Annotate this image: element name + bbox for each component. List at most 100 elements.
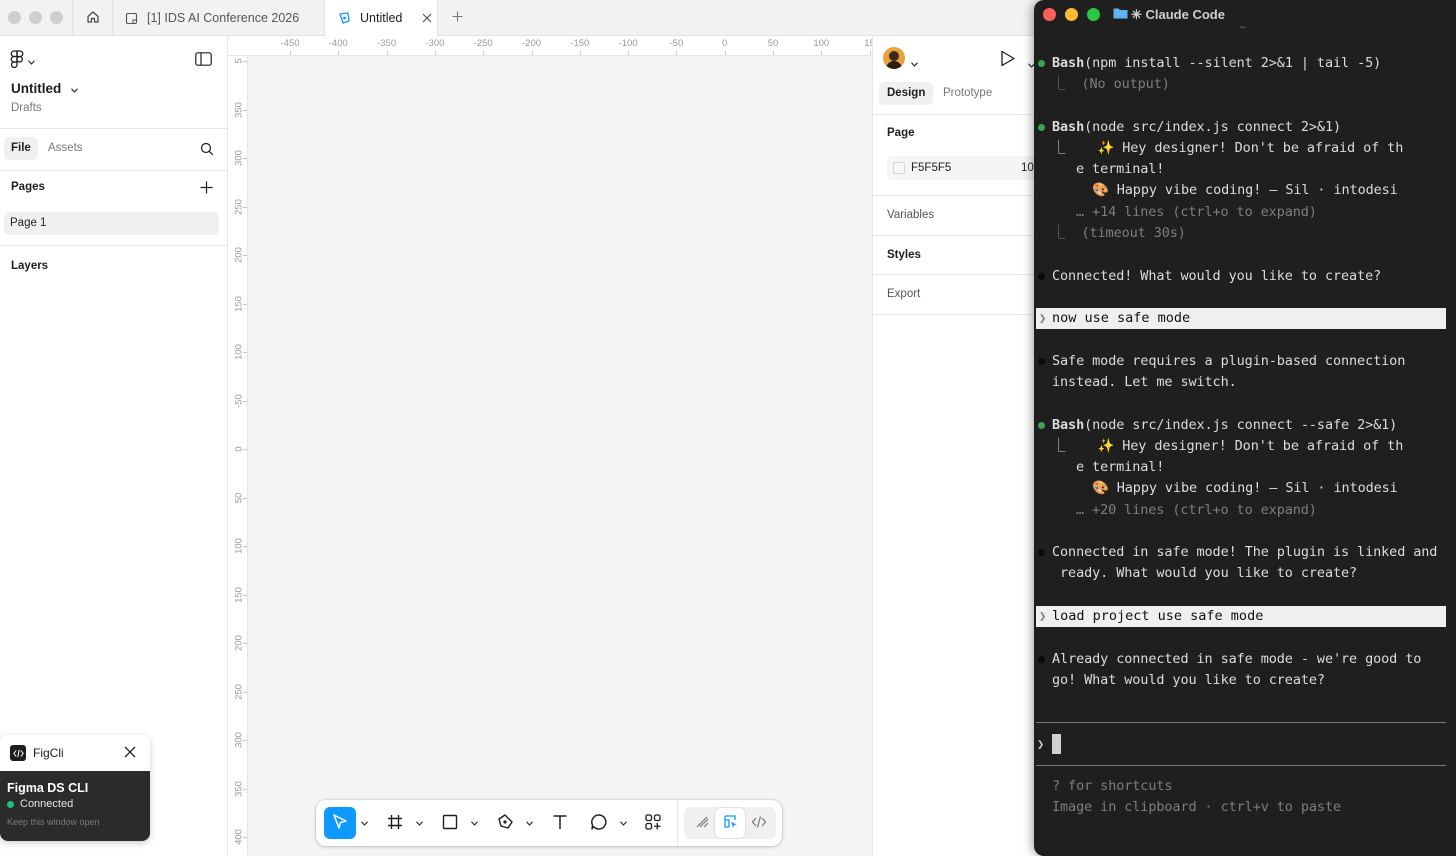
variables-section[interactable]: Variables xyxy=(887,209,934,221)
page-item-page-1[interactable]: Page 1 xyxy=(4,212,219,235)
layers-heading: Layers xyxy=(11,260,49,272)
add-page-button[interactable] xyxy=(200,181,213,197)
folder-icon xyxy=(1113,7,1128,22)
assistant-message: Connected! What would you like to create… xyxy=(1052,268,1382,284)
tab-assets[interactable]: Assets xyxy=(48,137,83,160)
color-swatch[interactable] xyxy=(893,162,905,174)
ruler-tick xyxy=(773,51,774,55)
right-panel: Design Prototype Page F5F5F5 10 Variable… xyxy=(872,36,1034,856)
tool-call-args: (node src/index.js connect 2>&1) xyxy=(1084,119,1342,135)
ruler-tick-label: -150 xyxy=(570,38,590,49)
move-tool-button[interactable] xyxy=(324,807,356,839)
main-menu-button[interactable] xyxy=(10,50,35,71)
window-close-dot[interactable] xyxy=(8,11,21,24)
collapsed-lines[interactable]: … +20 lines (ctrl+o to expand) xyxy=(1076,500,1317,521)
ruler-tick xyxy=(724,51,726,55)
figcli-plugin-window: FigCli Figma DS CLI Connected Keep this … xyxy=(0,735,150,841)
chevron-down-icon[interactable] xyxy=(618,817,628,829)
terminal-zoom-dot[interactable] xyxy=(1087,8,1100,21)
assistant-message: ready. What would you like to create? xyxy=(1052,565,1358,581)
tool-output: 🎨 Happy vibe coding! — Sil · intodesi xyxy=(1092,182,1398,198)
ruler-tick xyxy=(243,255,247,256)
rectangle-tool-button[interactable] xyxy=(434,807,466,839)
avatar[interactable] xyxy=(883,47,905,69)
toggle-sidebar-icon[interactable] xyxy=(195,52,212,69)
terminal-window: ✳ Claude Code … Bash(npm install --silen… xyxy=(1034,0,1456,856)
tab-ids-ai-conference[interactable]: [1] IDS AI Conference 2026 xyxy=(112,0,324,36)
page-color-field[interactable]: F5F5F5 10 xyxy=(887,156,1034,180)
design-mode-button[interactable] xyxy=(715,808,745,838)
bullet xyxy=(1038,273,1045,280)
ruler-tick-label: 0 xyxy=(722,38,728,49)
tool-output: e terminal! xyxy=(1076,459,1165,475)
cursor-icon xyxy=(331,813,349,834)
terminal-minimize-dot[interactable] xyxy=(1065,8,1078,21)
bullet-green xyxy=(1038,124,1045,131)
ruler-tick xyxy=(386,51,388,55)
left-panel: Untitled Drafts File Assets Pages Page 1… xyxy=(0,36,228,856)
styles-section[interactable]: Styles xyxy=(887,249,921,261)
ruler-tick xyxy=(243,206,247,208)
draw-mode-button[interactable] xyxy=(686,807,718,839)
home-button[interactable] xyxy=(72,0,112,36)
assistant-message: Connected in safe mode! The plugin is li… xyxy=(1052,544,1438,560)
page-color-hex[interactable]: F5F5F5 xyxy=(911,156,951,180)
bullet xyxy=(1038,549,1045,556)
tool-call-line: Bash(npm install --silent 2>&1 | tail -5… xyxy=(1052,55,1382,71)
tool-call-line: Bash(node src/index.js connect --safe 2>… xyxy=(1052,417,1398,433)
bottom-toolbar xyxy=(316,800,782,846)
comment-icon xyxy=(590,813,608,834)
tool-call-args: (node src/index.js connect --safe 2>&1) xyxy=(1084,417,1398,433)
user-message: ❯ load project use safe mode xyxy=(1036,606,1446,627)
chevron-down-icon[interactable] xyxy=(414,817,424,829)
comment-tool-button[interactable] xyxy=(583,807,615,839)
tab-prototype[interactable]: Prototype xyxy=(943,82,992,105)
figma-file-icon xyxy=(337,11,351,25)
pen-tool-button[interactable] xyxy=(489,807,521,839)
chevron-down-icon[interactable] xyxy=(469,817,479,829)
actions-button[interactable] xyxy=(637,807,669,839)
chevron-down-icon[interactable] xyxy=(911,56,918,70)
tab-file[interactable]: File xyxy=(4,137,38,160)
components-icon xyxy=(644,813,662,834)
export-section[interactable]: Export xyxy=(887,288,920,300)
ruler-tick-label: -100 xyxy=(618,38,638,49)
ruler-tick xyxy=(869,51,871,55)
bullet xyxy=(1038,656,1045,663)
assistant-message: Already connected in safe mode - we're g… xyxy=(1052,651,1422,667)
terminal-title: ✳ Claude Code xyxy=(1131,7,1225,22)
file-name-menu[interactable]: Untitled xyxy=(11,81,79,96)
tab-label: Untitled xyxy=(360,11,403,25)
text-tool-button[interactable] xyxy=(544,807,576,839)
prompt-input[interactable]: ❯ xyxy=(1036,733,1446,755)
window-minimize-dot[interactable] xyxy=(29,11,42,24)
divider xyxy=(873,274,1034,275)
terminal-close-dot[interactable] xyxy=(1043,8,1056,21)
close-icon[interactable] xyxy=(422,13,432,23)
new-tab-button[interactable] xyxy=(446,8,468,28)
plugin-title: Figma DS CLI xyxy=(7,781,89,795)
prompt-symbol: ❯ xyxy=(1037,737,1045,751)
tab-label: [1] IDS AI Conference 2026 xyxy=(147,11,300,25)
tab-design[interactable]: Design xyxy=(879,82,934,105)
ruler-tick xyxy=(243,643,247,644)
ruler-tick xyxy=(628,51,630,55)
window-zoom-dot[interactable] xyxy=(50,11,63,24)
close-icon[interactable] xyxy=(124,746,136,761)
ruler-tick xyxy=(243,546,247,547)
ruler-top: -450 -400 -350 -300 -250 -200 -150 -100 -50 0 50 10… xyxy=(228,36,872,56)
ruler-tick xyxy=(243,788,247,790)
user-message-text: now use safe mode xyxy=(1052,310,1191,326)
present-button[interactable] xyxy=(1000,50,1016,70)
design-canvas[interactable] xyxy=(248,56,872,856)
chevron-down-icon[interactable] xyxy=(359,817,369,829)
tool-output: e terminal! xyxy=(1076,161,1165,177)
chevron-down-icon[interactable] xyxy=(524,817,534,829)
bullet-green xyxy=(1038,422,1045,429)
frame-tool-button[interactable] xyxy=(379,807,411,839)
dev-mode-button[interactable] xyxy=(743,807,775,839)
collapsed-lines[interactable]: … +14 lines (ctrl+o to expand) xyxy=(1076,202,1317,223)
page-color-opacity[interactable]: 10 xyxy=(1021,156,1034,180)
tab-untitled[interactable]: Untitled xyxy=(324,0,438,36)
search-icon[interactable] xyxy=(200,142,214,159)
